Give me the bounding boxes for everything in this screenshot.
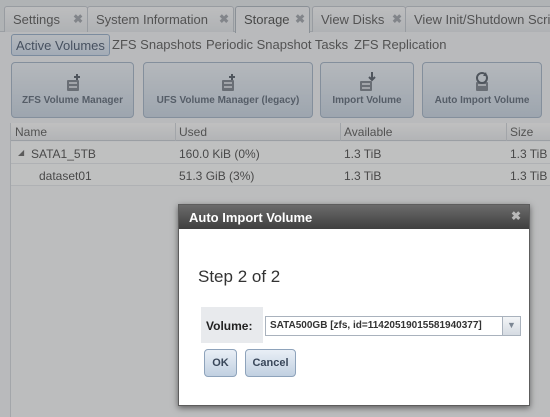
volume-label: Volume: bbox=[201, 307, 263, 343]
volume-select-value: SATA500GB [zfs, id=11420519015581940377] bbox=[270, 320, 482, 331]
chevron-down-icon[interactable]: ▼ bbox=[502, 317, 520, 335]
close-icon[interactable]: ✖ bbox=[511, 209, 521, 223]
auto-import-dialog: Auto Import Volume ✖ Step 2 of 2 Volume:… bbox=[178, 204, 530, 406]
cancel-button[interactable]: Cancel bbox=[245, 349, 296, 377]
step-indicator: Step 2 of 2 bbox=[198, 267, 281, 286]
ok-button[interactable]: OK bbox=[204, 349, 237, 377]
volume-select[interactable]: SATA500GB [zfs, id=11420519015581940377]… bbox=[265, 316, 521, 336]
dialog-title: Auto Import Volume bbox=[189, 210, 313, 225]
volume-form-row: Volume: SATA500GB [zfs, id=1142051901558… bbox=[201, 307, 529, 343]
dialog-title-bar[interactable]: Auto Import Volume ✖ bbox=[179, 205, 529, 229]
